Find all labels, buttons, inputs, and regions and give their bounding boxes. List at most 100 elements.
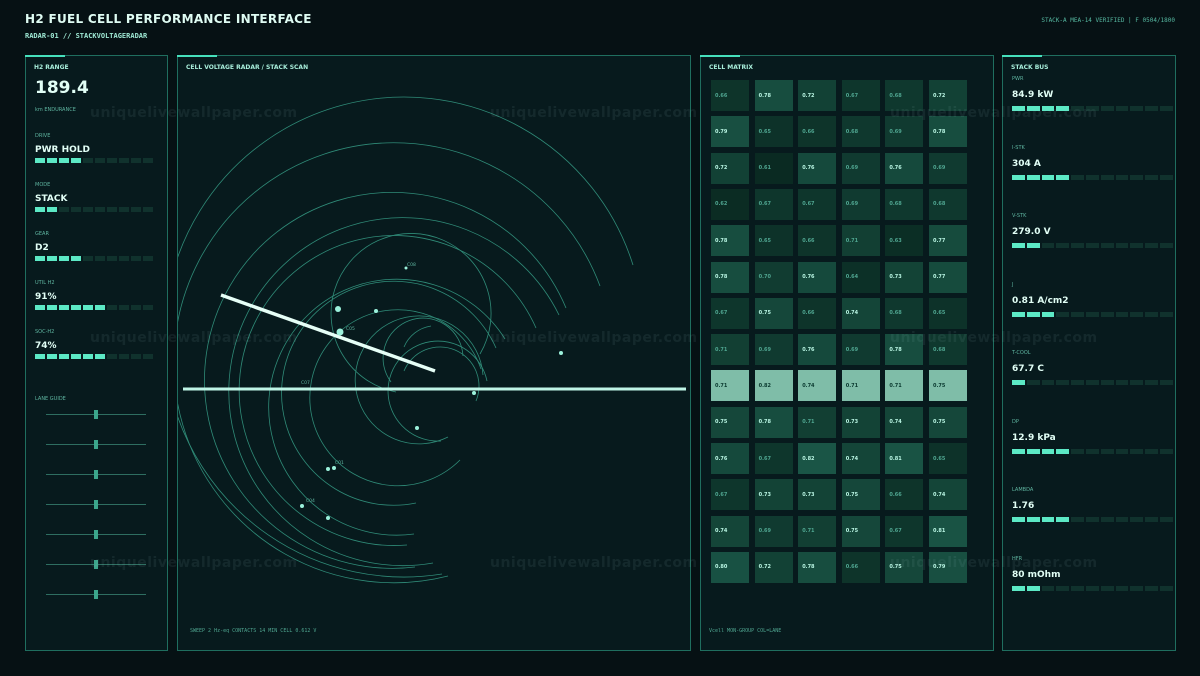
- slider-handle[interactable]: [94, 410, 98, 419]
- slider-handle[interactable]: [94, 590, 98, 599]
- matrix-cell[interactable]: 0.76: [798, 334, 837, 366]
- matrix-cell[interactable]: 0.75: [929, 370, 967, 402]
- matrix-cell[interactable]: 0.68: [885, 188, 924, 220]
- slider-handle[interactable]: [94, 440, 98, 449]
- matrix-cell[interactable]: 0.71: [841, 225, 880, 257]
- lane-slider[interactable]: [46, 590, 146, 599]
- matrix-cell[interactable]: 0.68: [929, 188, 967, 220]
- matrix-cell[interactable]: 0.65: [754, 116, 793, 148]
- matrix-cell[interactable]: 0.61: [754, 152, 793, 184]
- matrix-cell[interactable]: 0.73: [754, 479, 793, 511]
- matrix-cell[interactable]: 0.82: [754, 370, 793, 402]
- matrix-cell[interactable]: 0.71: [798, 515, 837, 547]
- matrix-cell[interactable]: 0.73: [841, 406, 880, 438]
- matrix-cell[interactable]: 0.79: [711, 116, 749, 148]
- level-bar: [35, 207, 153, 212]
- matrix-cell[interactable]: 0.71: [711, 334, 749, 366]
- level-segment: [119, 305, 129, 310]
- lane-slider[interactable]: [46, 410, 146, 419]
- matrix-cell[interactable]: 0.65: [929, 297, 967, 329]
- matrix-cell[interactable]: 0.69: [754, 334, 793, 366]
- matrix-cell[interactable]: 0.68: [885, 297, 924, 329]
- matrix-cell[interactable]: 0.65: [754, 225, 793, 257]
- matrix-cell[interactable]: 0.75: [841, 479, 880, 511]
- matrix-cell[interactable]: 0.75: [841, 515, 880, 547]
- matrix-cell[interactable]: 0.63: [885, 225, 924, 257]
- matrix-cell[interactable]: 0.69: [841, 188, 880, 220]
- matrix-cell[interactable]: 0.74: [798, 370, 837, 402]
- matrix-cell[interactable]: 0.81: [885, 443, 924, 474]
- matrix-cell[interactable]: 0.67: [798, 188, 837, 220]
- level-segment: [1130, 311, 1144, 317]
- matrix-cell[interactable]: 0.78: [754, 80, 793, 111]
- matrix-cell[interactable]: 0.69: [754, 515, 793, 547]
- matrix-cell[interactable]: 0.66: [841, 551, 880, 583]
- matrix-cell[interactable]: 0.73: [798, 479, 837, 511]
- matrix-cell[interactable]: 0.66: [798, 297, 837, 329]
- matrix-cell[interactable]: 0.67: [841, 80, 880, 111]
- matrix-cell[interactable]: 0.66: [798, 116, 837, 148]
- matrix-cell[interactable]: 0.74: [841, 443, 880, 474]
- matrix-cell[interactable]: 0.67: [711, 479, 749, 511]
- matrix-cell[interactable]: 0.67: [754, 443, 793, 474]
- matrix-cell[interactable]: 0.69: [841, 152, 880, 184]
- matrix-cell[interactable]: 0.65: [929, 443, 967, 474]
- matrix-cell[interactable]: 0.67: [754, 188, 793, 220]
- matrix-cell[interactable]: 0.67: [711, 297, 749, 329]
- matrix-cell[interactable]: 0.78: [711, 261, 749, 293]
- range-value: 189.4: [35, 78, 89, 98]
- range-label: km ENDURANCE: [35, 107, 76, 113]
- matrix-cell[interactable]: 0.78: [798, 551, 837, 583]
- level-segment: [1130, 380, 1144, 385]
- matrix-cell[interactable]: 0.74: [841, 297, 880, 329]
- matrix-cell[interactable]: 0.75: [711, 406, 749, 438]
- matrix-cell[interactable]: 0.80: [711, 551, 749, 583]
- matrix-cell[interactable]: 0.75: [929, 406, 967, 438]
- group-value: PWR HOLD: [35, 145, 90, 155]
- slider-handle[interactable]: [94, 530, 98, 539]
- matrix-cell[interactable]: 0.77: [929, 225, 967, 257]
- contact-label: C01: [335, 460, 344, 466]
- matrix-cell[interactable]: 0.71: [885, 370, 924, 402]
- matrix-cell[interactable]: 0.69: [841, 334, 880, 366]
- matrix-cell[interactable]: 0.69: [929, 152, 967, 184]
- matrix-cell[interactable]: 0.62: [711, 188, 749, 220]
- slider-handle[interactable]: [94, 500, 98, 509]
- level-segment: [1026, 380, 1040, 385]
- matrix-cell[interactable]: 0.74: [711, 515, 749, 547]
- matrix-cell[interactable]: 0.68: [841, 116, 880, 148]
- watermark: uniquelivewallpaper.com: [490, 555, 698, 571]
- matrix-cell[interactable]: 0.76: [798, 261, 837, 293]
- matrix-cell[interactable]: 0.71: [711, 370, 749, 402]
- matrix-cell[interactable]: 0.81: [929, 515, 967, 547]
- lane-slider[interactable]: [46, 470, 146, 479]
- matrix-cell[interactable]: 0.76: [798, 152, 837, 184]
- matrix-cell[interactable]: 0.70: [754, 261, 793, 293]
- matrix-cell[interactable]: 0.74: [929, 479, 967, 511]
- matrix-cell[interactable]: 0.76: [885, 152, 924, 184]
- matrix-cell[interactable]: 0.66: [885, 479, 924, 511]
- matrix-cell[interactable]: 0.77: [929, 261, 967, 293]
- matrix-cell[interactable]: 0.64: [841, 261, 880, 293]
- matrix-cell[interactable]: 0.78: [754, 406, 793, 438]
- level-segment: [1012, 243, 1025, 248]
- matrix-cell[interactable]: 0.72: [798, 80, 837, 111]
- matrix-cell[interactable]: 0.78: [711, 225, 749, 257]
- slider-handle[interactable]: [94, 470, 98, 479]
- matrix-cell[interactable]: 0.75: [754, 297, 793, 329]
- matrix-cell[interactable]: 0.72: [754, 551, 793, 583]
- matrix-cell[interactable]: 0.71: [798, 406, 837, 438]
- lane-slider[interactable]: [46, 440, 146, 449]
- matrix-cell[interactable]: 0.66: [798, 225, 837, 257]
- lane-slider[interactable]: [46, 530, 146, 539]
- matrix-cell[interactable]: 0.66: [711, 80, 749, 111]
- matrix-cell[interactable]: 0.82: [798, 443, 837, 474]
- matrix-cell[interactable]: 0.67: [885, 515, 924, 547]
- matrix-cell[interactable]: 0.72: [711, 152, 749, 184]
- matrix-cell[interactable]: 0.71: [841, 370, 880, 402]
- matrix-cell[interactable]: 0.73: [885, 261, 924, 293]
- lane-slider[interactable]: [46, 500, 146, 509]
- matrix-cell[interactable]: 0.76: [711, 443, 749, 474]
- matrix-cell[interactable]: 0.74: [885, 406, 924, 438]
- level-segment: [47, 354, 57, 359]
